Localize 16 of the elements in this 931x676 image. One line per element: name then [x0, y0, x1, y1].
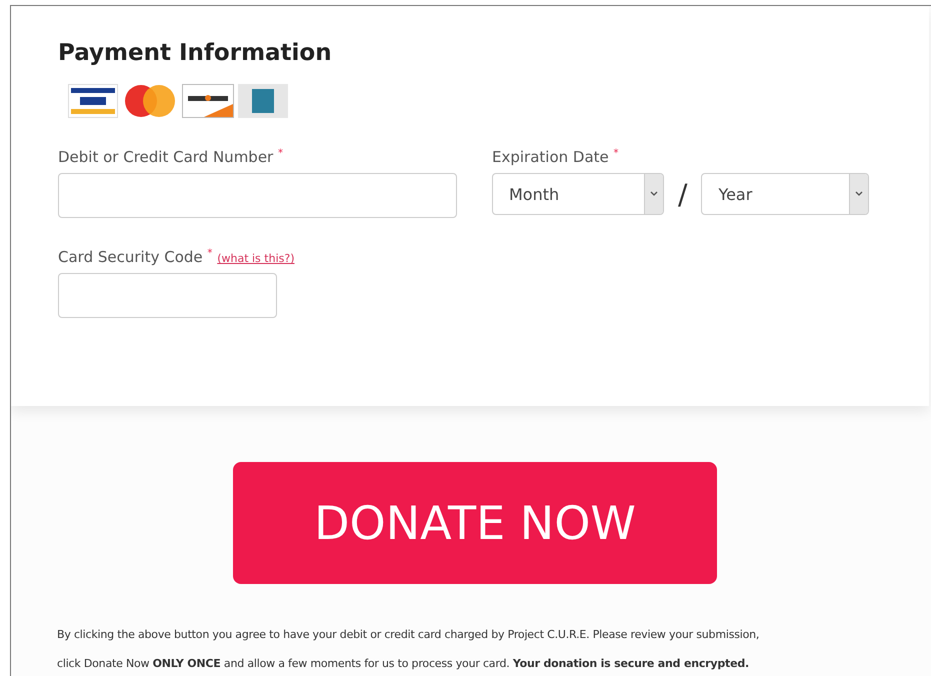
- disclaimer-text: click Donate Now ONLY ONCE and allow a few moments for us to process your card. Your donation is secure and encrypted.: [57, 656, 750, 672]
- field-label: Card Security Code * (what is this?): [58, 248, 296, 266]
- security-code-field[interactable]: [58, 273, 277, 318]
- disclaimer-text: By clicking the above button you agree to have your debit or credit card charged by Project C.U.R.E. Please review your submission,: [57, 627, 760, 643]
- section-title: Payment Information: [58, 40, 333, 66]
- month-dropdown[interactable]: Month: [492, 173, 664, 215]
- card-number-field[interactable]: [58, 173, 457, 218]
- mastercard-icon: [122, 84, 178, 118]
- field-label: Expiration Date *: [492, 148, 620, 166]
- help-link[interactable]: (what is this?): [217, 252, 294, 265]
- field-label: Debit or Credit Card Number *: [58, 148, 284, 166]
- date-separator: /: [678, 178, 688, 210]
- donate-button[interactable]: DONATE NOW: [233, 462, 717, 584]
- year-dropdown[interactable]: Year: [701, 173, 870, 215]
- caret-icon: [650, 191, 658, 197]
- caret-icon: [855, 191, 864, 197]
